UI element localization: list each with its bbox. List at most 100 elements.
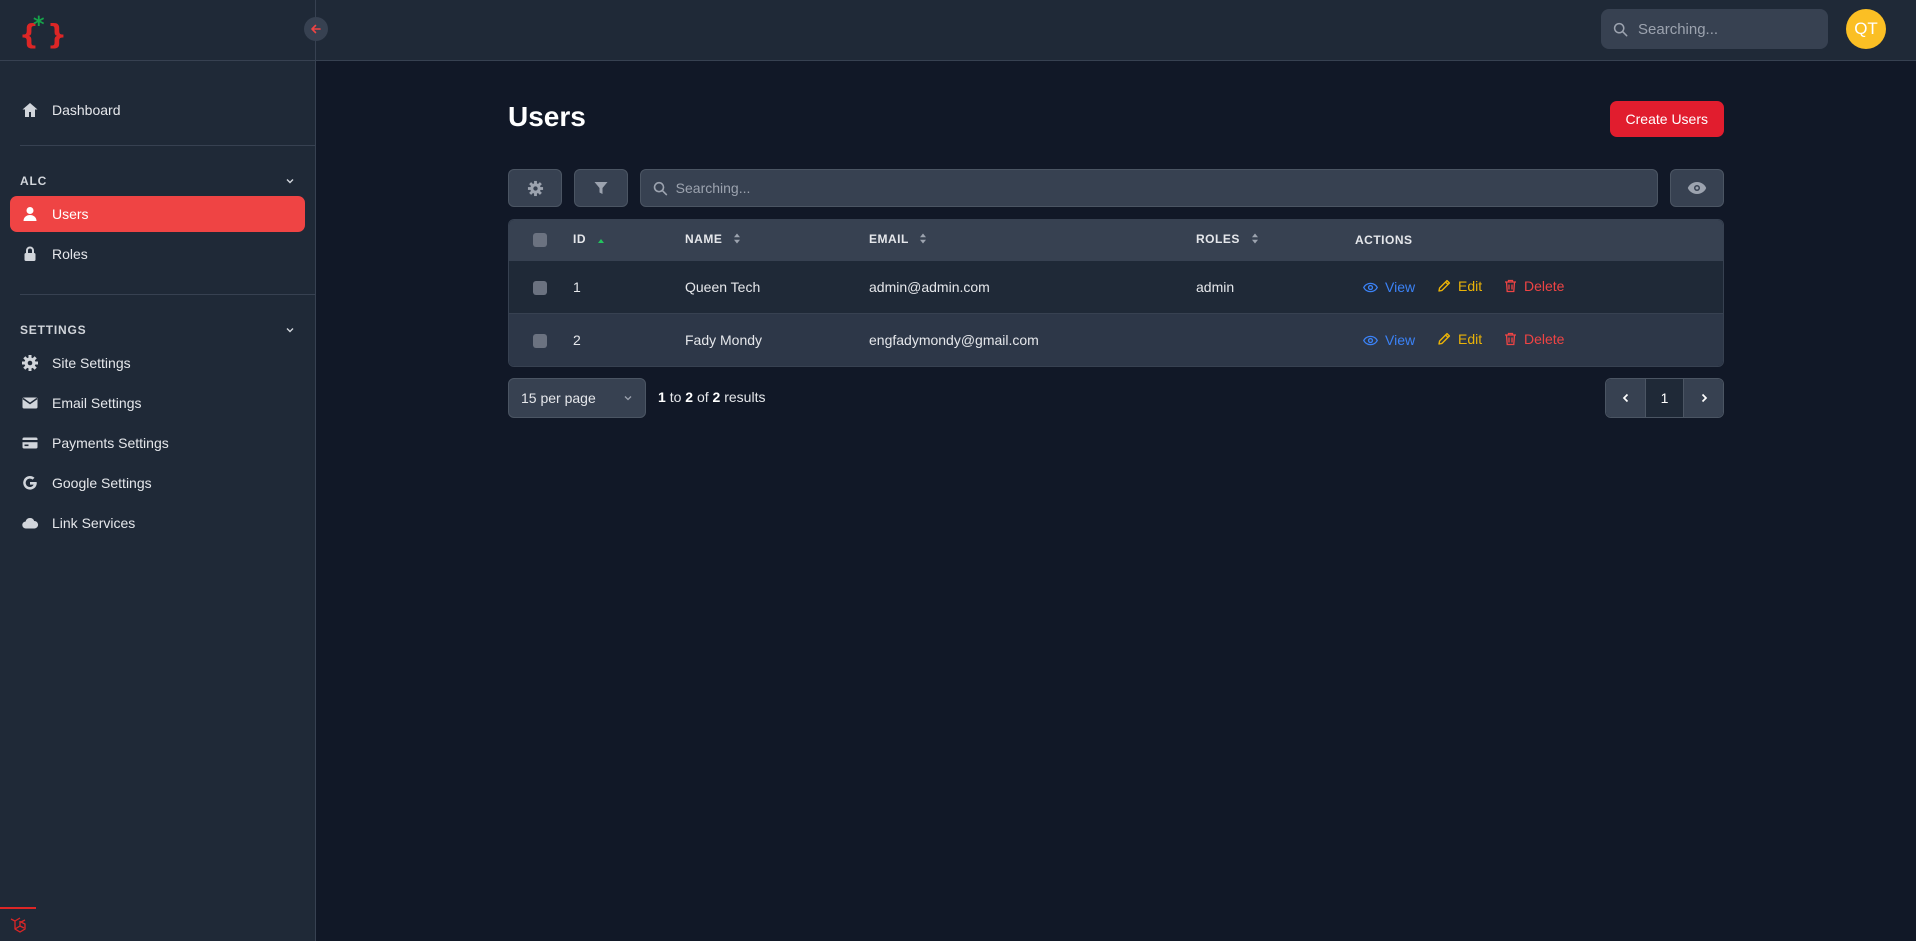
view-button[interactable]: View (1363, 279, 1415, 295)
cloud-icon (20, 513, 40, 533)
envelope-icon (20, 393, 40, 413)
svg-text:*: * (33, 13, 45, 38)
cell-actions: View Edit Delete (1355, 260, 1723, 313)
chevron-down-icon (286, 179, 294, 184)
sidebar-item-users[interactable]: Users (10, 196, 305, 232)
user-icon (20, 204, 40, 224)
sidebar-group-alc[interactable]: ALC (20, 166, 295, 196)
per-page-select[interactable]: 15 per page (508, 378, 646, 418)
select-all-checkbox[interactable] (533, 233, 547, 248)
credit-card-icon (20, 433, 40, 453)
sort-icon (919, 233, 927, 247)
sidebar-item-label: Payments Settings (52, 435, 169, 451)
sidebar-item-label: Roles (52, 246, 88, 262)
pagination: 1 (1605, 378, 1724, 418)
cell-name: Queen Tech (685, 278, 761, 295)
home-icon (20, 100, 40, 120)
search-icon (1613, 22, 1628, 36)
eye-icon (1687, 182, 1707, 194)
row-checkbox[interactable] (533, 280, 547, 295)
gear-icon (20, 353, 40, 373)
sidebar-item-email-settings[interactable]: Email Settings (10, 385, 305, 421)
per-page-value: 15 per page (521, 390, 596, 406)
column-visibility-button[interactable] (1670, 169, 1724, 207)
table-toolbar (508, 169, 1724, 207)
lock-icon (20, 244, 40, 264)
edit-button[interactable]: Edit (1437, 331, 1482, 347)
global-search-input[interactable] (1638, 20, 1828, 38)
filter-button[interactable] (574, 169, 628, 207)
sidebar-item-label: Email Settings (52, 395, 142, 411)
pencil-icon (1438, 332, 1451, 345)
collapse-sidebar-button[interactable] (304, 17, 328, 41)
users-table: ID NAME EMAIL ROLES ACTIONS 1 Queen Tech… (508, 219, 1724, 367)
sidebar-group-settings[interactable]: SETTINGS (20, 315, 295, 345)
table-header-row: ID NAME EMAIL ROLES ACTIONS (509, 220, 1723, 260)
global-search[interactable] (1601, 9, 1828, 49)
sidebar-item-label: Dashboard (52, 102, 121, 118)
table-row: 1 Queen Tech admin@admin.com admin View … (509, 260, 1723, 313)
sidebar-item-site-settings[interactable]: Site Settings (10, 345, 305, 381)
sidebar-item-label: Site Settings (52, 355, 131, 371)
gear-icon (527, 180, 543, 196)
filter-icon (594, 182, 608, 194)
column-header-name[interactable]: NAME (685, 220, 869, 260)
chevron-left-icon (1622, 393, 1628, 403)
group-title: SETTINGS (20, 323, 87, 337)
eye-icon (1363, 335, 1378, 346)
table-footer: 15 per page 1 to 2 of 2 results 1 (508, 378, 1724, 418)
search-icon (653, 181, 668, 195)
delete-button[interactable]: Delete (1504, 331, 1564, 347)
row-checkbox[interactable] (533, 333, 547, 348)
cell-name: Fady Mondy (685, 331, 763, 348)
topbar: QT (316, 0, 1916, 61)
edit-button[interactable]: Edit (1437, 278, 1482, 294)
sort-icon (733, 233, 741, 247)
trash-icon (1505, 279, 1516, 292)
column-header-roles[interactable]: ROLES (1196, 220, 1355, 260)
column-header-actions: ACTIONS (1355, 232, 1413, 247)
results-summary: 1 to 2 of 2 results (658, 389, 766, 405)
app-logo[interactable]: { } * (19, 10, 67, 51)
pencil-icon (1438, 279, 1451, 292)
create-users-button[interactable]: Create Users (1609, 101, 1724, 137)
sidebar-item-roles[interactable]: Roles (10, 236, 305, 272)
sidebar-item-link-services[interactable]: Link Services (10, 505, 305, 541)
svg-text:}: } (47, 18, 65, 50)
group-title: ALC (20, 174, 48, 188)
chevron-down-icon (624, 396, 632, 401)
column-header-id[interactable]: ID (573, 220, 685, 260)
prev-page-button[interactable] (1606, 379, 1645, 417)
next-page-button[interactable] (1684, 379, 1723, 417)
cell-roles (1196, 313, 1355, 366)
eye-icon (1363, 282, 1378, 292)
sidebar-item-payments-settings[interactable]: Payments Settings (10, 425, 305, 461)
sort-icon (1251, 233, 1259, 247)
cell-email: engfadymondy@gmail.com (869, 331, 1039, 348)
cell-id: 1 (573, 278, 581, 295)
sidebar-item-label: Google Settings (52, 475, 152, 491)
cell-email: admin@admin.com (869, 278, 990, 295)
sidebar-item-label: Users (52, 206, 89, 222)
sidebar-item-google-settings[interactable]: Google Settings (10, 465, 305, 501)
delete-button[interactable]: Delete (1504, 278, 1564, 294)
sidebar-item-label: Link Services (52, 515, 136, 531)
table-settings-button[interactable] (508, 169, 562, 207)
column-header-email[interactable]: EMAIL (869, 220, 1196, 260)
user-avatar[interactable]: QT (1846, 9, 1886, 49)
sidebar: { } * Dashboard ALC Users Roles SETTINGS… (0, 0, 328, 941)
page-button-current[interactable]: 1 (1645, 379, 1684, 417)
chevron-down-icon (286, 328, 294, 333)
cell-id: 2 (573, 331, 581, 348)
sidebar-item-dashboard[interactable]: Dashboard (10, 92, 305, 128)
page-title: Users (508, 101, 586, 132)
view-button[interactable]: View (1363, 332, 1415, 348)
trash-icon (1505, 332, 1516, 345)
sort-asc-icon (597, 233, 605, 247)
cell-actions: View Edit Delete (1355, 313, 1723, 366)
table-search-input[interactable] (675, 180, 1657, 196)
arrow-left-icon (311, 24, 321, 34)
table-search[interactable] (640, 169, 1658, 207)
cell-roles: admin (1196, 278, 1235, 295)
table-row: 2 Fady Mondy engfadymondy@gmail.com View… (509, 313, 1723, 366)
